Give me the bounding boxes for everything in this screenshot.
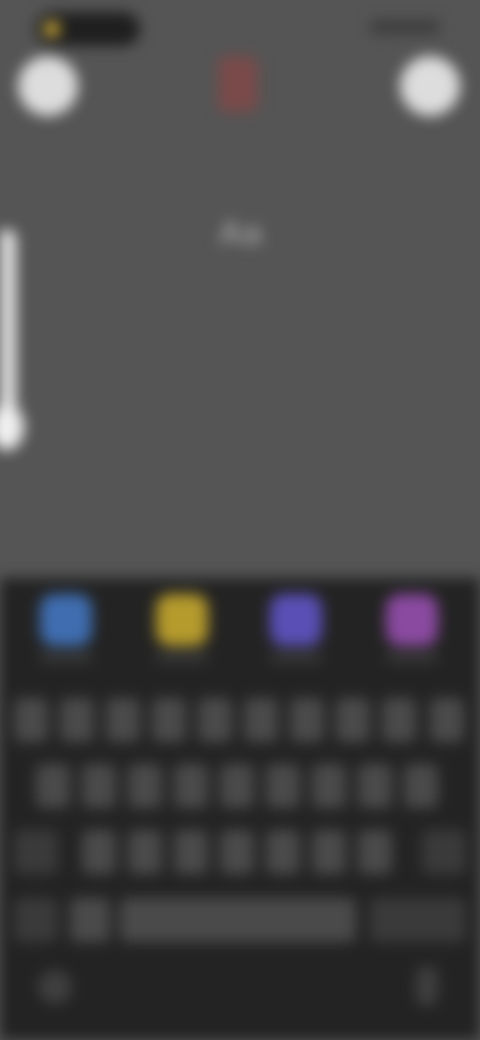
- keyboard: [0, 578, 480, 1040]
- suggestion-item[interactable]: [156, 594, 208, 646]
- keyboard-key[interactable]: [358, 830, 392, 874]
- shift-key[interactable]: [14, 830, 58, 874]
- keyboard-key[interactable]: [82, 764, 116, 808]
- keyboard-key[interactable]: [174, 764, 208, 808]
- delete-key[interactable]: [422, 830, 466, 874]
- blurred-screen: Aa: [0, 0, 480, 1040]
- keyboard-key[interactable]: [82, 830, 116, 874]
- microphone-icon[interactable]: [416, 966, 438, 1006]
- suggestion-label: [40, 652, 92, 662]
- keyboard-key[interactable]: [382, 698, 416, 742]
- keyboard-key[interactable]: [312, 764, 346, 808]
- suggestion-label: [386, 652, 438, 662]
- space-key[interactable]: [120, 898, 356, 942]
- keyboard-key[interactable]: [60, 698, 94, 742]
- keyboard-key[interactable]: [290, 698, 324, 742]
- keyboard-key[interactable]: [36, 764, 70, 808]
- suggestion-item[interactable]: [386, 594, 438, 646]
- keyboard-key[interactable]: [106, 698, 140, 742]
- done-button[interactable]: [400, 56, 460, 116]
- keyboard-key[interactable]: [152, 698, 186, 742]
- keyboard-key[interactable]: [266, 830, 300, 874]
- done-icon: [400, 56, 401, 57]
- keyboard-key[interactable]: [128, 764, 162, 808]
- suggestion-item[interactable]: [270, 594, 322, 646]
- close-icon: [18, 56, 19, 57]
- keyboard-key[interactable]: [220, 764, 254, 808]
- suggestion-item[interactable]: [40, 594, 92, 646]
- keyboard-key[interactable]: [220, 830, 254, 874]
- suggestion-label: [156, 652, 208, 662]
- keyboard-key[interactable]: [128, 830, 162, 874]
- keyboard-key[interactable]: [266, 764, 300, 808]
- keyboard-key[interactable]: [336, 698, 370, 742]
- text-size-slider-knob[interactable]: [0, 404, 24, 450]
- text-input-placeholder[interactable]: Aa: [0, 214, 480, 253]
- keyboard-key[interactable]: [244, 698, 278, 742]
- return-key[interactable]: [370, 898, 466, 942]
- numbers-key[interactable]: [14, 898, 58, 942]
- globe-icon[interactable]: [38, 970, 72, 1004]
- keyboard-key[interactable]: [404, 764, 438, 808]
- status-pill: [36, 12, 140, 46]
- keyboard-key[interactable]: [358, 764, 392, 808]
- keyboard-key[interactable]: [174, 830, 208, 874]
- text-style-icon[interactable]: [218, 56, 258, 112]
- keyboard-key[interactable]: [430, 698, 464, 742]
- status-indicator-icon: [44, 21, 60, 37]
- keyboard-key[interactable]: [198, 698, 232, 742]
- status-bar-icons: [370, 20, 440, 34]
- suggestion-label: [270, 652, 322, 662]
- keyboard-key[interactable]: [14, 698, 48, 742]
- emoji-key[interactable]: [70, 898, 110, 942]
- keyboard-key[interactable]: [312, 830, 346, 874]
- suggestion-bar: [0, 578, 480, 678]
- close-button[interactable]: [18, 56, 78, 116]
